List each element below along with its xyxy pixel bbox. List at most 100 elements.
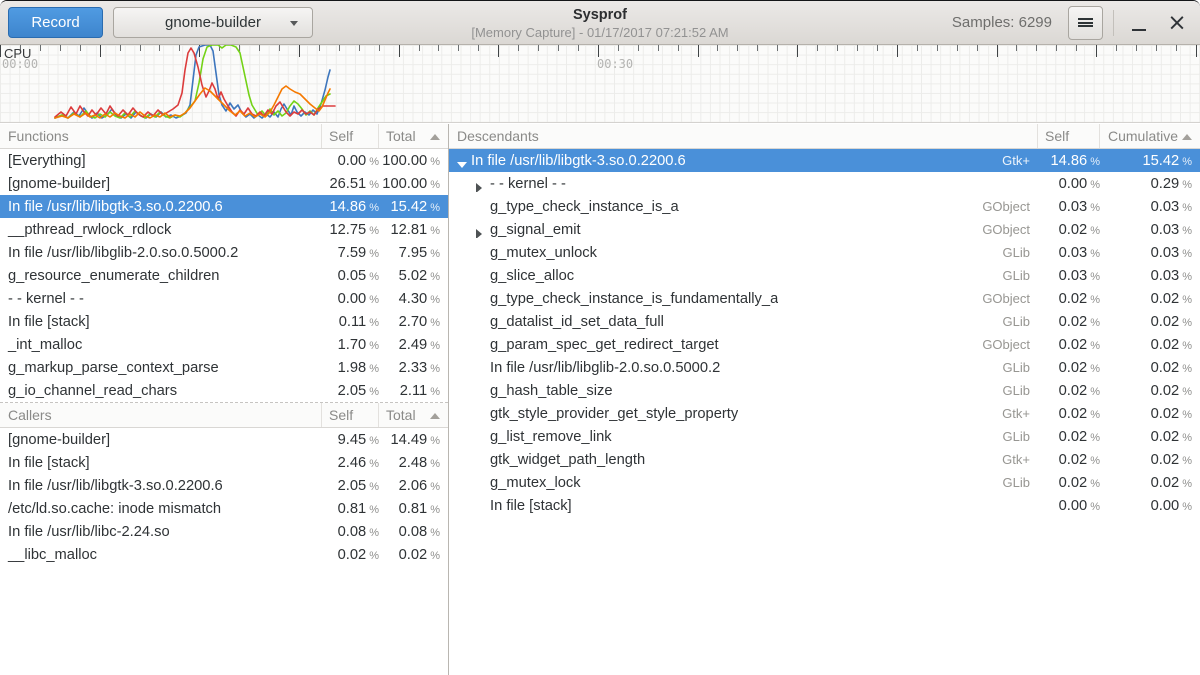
- descendants-self-column-header[interactable]: Self: [1038, 124, 1100, 148]
- function-row[interactable]: In file /usr/lib/libglib-2.0.so.0.5000.2…: [0, 241, 448, 264]
- self-percent: 1.70%: [322, 337, 379, 353]
- self-percent: 0.02%: [1038, 475, 1100, 491]
- function-name: __pthread_rwlock_rdlock: [0, 222, 322, 238]
- descendant-name-cell: - - kernel - -: [449, 176, 1038, 192]
- descendant-name: g_datalist_id_set_data_full: [490, 314, 664, 330]
- function-row[interactable]: In file [stack]0.11%2.70%: [0, 310, 448, 333]
- cumulative-percent: 0.03%: [1100, 268, 1200, 284]
- caller-row[interactable]: [gnome-builder]9.45%14.49%: [0, 428, 448, 451]
- function-name: In file [stack]: [0, 314, 322, 330]
- descendant-name-cell: g_mutex_lock GLib: [449, 475, 1038, 491]
- cumulative-percent: 0.02%: [1100, 383, 1200, 399]
- cumulative-percent: 0.03%: [1100, 245, 1200, 261]
- minimize-button[interactable]: [1124, 6, 1154, 40]
- descendant-name-cell: g_signal_emit GObject: [449, 222, 1038, 238]
- descendant-row[interactable]: g_list_remove_linkGLib0.02%0.02%: [449, 425, 1200, 448]
- descendant-row[interactable]: g_datalist_id_set_data_fullGLib0.02%0.02…: [449, 310, 1200, 333]
- descendant-row[interactable]: g_hash_table_sizeGLib0.02%0.02%: [449, 379, 1200, 402]
- self-percent: 0.00%: [322, 153, 379, 169]
- self-percent: 0.00%: [1038, 498, 1100, 514]
- descendant-row[interactable]: g_signal_emitGObject0.02%0.03%: [449, 218, 1200, 241]
- function-name: In file /usr/lib/libgtk-3.so.0.2200.6: [0, 478, 322, 494]
- header-right-group: Samples: 6299 ×: [952, 6, 1200, 40]
- total-percent: 2.06%: [379, 478, 448, 494]
- process-selector-dropdown[interactable]: gnome-builder: [113, 7, 313, 38]
- header-bar: Record gnome-builder Sysprof [Memory Cap…: [0, 1, 1200, 45]
- library-tag: GLib: [1003, 475, 1038, 490]
- function-row[interactable]: g_resource_enumerate_children0.05%5.02%: [0, 264, 448, 287]
- function-row[interactable]: [gnome-builder]26.51%100.00%: [0, 172, 448, 195]
- descendant-name: g_signal_emit: [490, 222, 581, 238]
- function-row[interactable]: g_io_channel_read_chars2.05%2.11%: [0, 379, 448, 402]
- total-percent: 2.70%: [379, 314, 448, 330]
- record-button[interactable]: Record: [8, 7, 103, 38]
- self-percent: 7.59%: [322, 245, 379, 261]
- function-row[interactable]: __pthread_rwlock_rdlock12.75%12.81%: [0, 218, 448, 241]
- self-percent: 14.86%: [322, 199, 379, 215]
- function-row[interactable]: - - kernel - -0.00%4.30%: [0, 287, 448, 310]
- cpu-graph[interactable]: CPU 00:00 00:30: [0, 45, 1200, 123]
- callers-column-header[interactable]: Callers: [0, 403, 322, 427]
- total-column-header[interactable]: Total: [379, 124, 448, 148]
- descendant-row[interactable]: In file [stack]0.00%0.00%: [449, 494, 1200, 517]
- total-percent: 100.00%: [379, 176, 448, 192]
- function-row[interactable]: In file /usr/lib/libgtk-3.so.0.2200.614.…: [0, 195, 448, 218]
- descendant-row[interactable]: gtk_style_provider_get_style_propertyGtk…: [449, 402, 1200, 425]
- total-percent: 7.95%: [379, 245, 448, 261]
- descendant-row[interactable]: gtk_widget_path_lengthGtk+0.02%0.02%: [449, 448, 1200, 471]
- function-name: /etc/ld.so.cache: inode mismatch: [0, 501, 322, 517]
- descendant-row[interactable]: g_type_check_instance_is_fundamentally_a…: [449, 287, 1200, 310]
- function-name: [Everything]: [0, 153, 322, 169]
- total-percent: 0.02%: [379, 547, 448, 563]
- descendant-row[interactable]: g_param_spec_get_redirect_targetGObject0…: [449, 333, 1200, 356]
- sort-ascending-icon: [1182, 134, 1192, 140]
- descendant-name: In file [stack]: [490, 498, 572, 514]
- function-name: [gnome-builder]: [0, 176, 322, 192]
- self-percent: 12.75%: [322, 222, 379, 238]
- function-row[interactable]: [Everything]0.00%100.00%: [0, 149, 448, 172]
- expander-closed-icon[interactable]: [476, 183, 482, 192]
- expander-closed-icon[interactable]: [476, 229, 482, 238]
- descendant-row[interactable]: In file /usr/lib/libgtk-3.so.0.2200.6Gtk…: [449, 149, 1200, 172]
- descendant-row[interactable]: - - kernel - -0.00%0.29%: [449, 172, 1200, 195]
- descendant-row[interactable]: g_type_check_instance_is_aGObject0.03%0.…: [449, 195, 1200, 218]
- functions-table: [Everything]0.00%100.00%[gnome-builder]2…: [0, 149, 448, 403]
- caller-row[interactable]: /etc/ld.so.cache: inode mismatch0.81%0.8…: [0, 497, 448, 520]
- self-percent: 0.00%: [322, 291, 379, 307]
- descendants-table: In file /usr/lib/libgtk-3.so.0.2200.6Gtk…: [449, 149, 1200, 517]
- library-tag: GObject: [982, 199, 1038, 214]
- header-separator: [1113, 10, 1114, 36]
- menu-button[interactable]: [1068, 6, 1103, 40]
- caller-row[interactable]: In file [stack]2.46%2.48%: [0, 451, 448, 474]
- caller-row[interactable]: In file /usr/lib/libc-2.24.so0.08%0.08%: [0, 520, 448, 543]
- library-tag: GObject: [982, 222, 1038, 237]
- self-percent: 0.05%: [322, 268, 379, 284]
- expander-open-icon[interactable]: [457, 162, 467, 168]
- caller-row[interactable]: In file /usr/lib/libgtk-3.so.0.2200.6 2.0…: [0, 474, 448, 497]
- main-content: Functions Self Total [Everything]0.00%10…: [0, 124, 1200, 675]
- process-selector-value: gnome-builder: [165, 14, 261, 31]
- function-row[interactable]: _int_malloc1.70%2.49%: [0, 333, 448, 356]
- self-percent: 9.45%: [322, 432, 379, 448]
- self-column-header[interactable]: Self: [322, 124, 379, 148]
- descendant-row[interactable]: g_slice_allocGLib0.03%0.03%: [449, 264, 1200, 287]
- library-tag: GObject: [982, 337, 1038, 352]
- descendant-name: g_mutex_lock: [490, 475, 581, 491]
- function-name: - - kernel - -: [0, 291, 322, 307]
- self-percent: 0.02%: [1038, 314, 1100, 330]
- callers-total-column-header[interactable]: Total: [379, 403, 448, 427]
- close-button[interactable]: ×: [1160, 6, 1194, 40]
- descendant-row[interactable]: g_mutex_lockGLib0.02%0.02%: [449, 471, 1200, 494]
- self-percent: 0.03%: [1038, 245, 1100, 261]
- cumulative-column-header[interactable]: Cumulative: [1100, 124, 1200, 148]
- function-row[interactable]: g_markup_parse_context_parse1.98%2.33%: [0, 356, 448, 379]
- descendants-column-header[interactable]: Descendants: [449, 124, 1038, 148]
- total-percent: 2.48%: [379, 455, 448, 471]
- functions-column-header[interactable]: Functions: [0, 124, 322, 148]
- descendant-row[interactable]: In file /usr/lib/libglib-2.0.so.0.5000.2…: [449, 356, 1200, 379]
- descendant-row[interactable]: g_mutex_unlockGLib0.03%0.03%: [449, 241, 1200, 264]
- callers-self-column-header[interactable]: Self: [322, 403, 379, 427]
- caller-row[interactable]: __libc_malloc0.02%0.02%: [0, 543, 448, 566]
- callers-table: [gnome-builder]9.45%14.49%In file [stack…: [0, 428, 448, 566]
- total-percent: 12.81%: [379, 222, 448, 238]
